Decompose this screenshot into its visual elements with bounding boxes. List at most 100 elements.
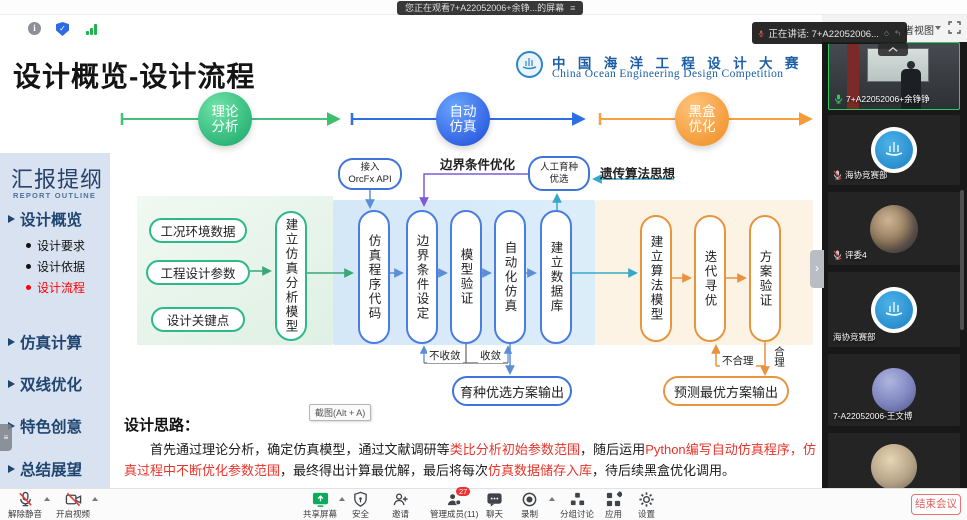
- outline-sub-design-process-current: 设计流程: [26, 279, 85, 296]
- pill-auto-simulation: 自动化仿真: [494, 210, 526, 344]
- pill-boundary-setting: 边界条件设定: [406, 210, 438, 344]
- bullet-icon: [26, 285, 31, 290]
- participant-tile[interactable]: 海协竞赛部: [828, 272, 960, 347]
- label-boundary-optimization: 边界条件优化: [440, 154, 515, 173]
- report-outline-panel: 汇报提纲 REPORT OUTLINE 设计概览 设计要求 设计依据 设计流程 …: [0, 153, 110, 488]
- triangle-bullet-icon: [8, 215, 15, 223]
- manage-members-button[interactable]: 管理成员(11) 27: [430, 491, 479, 520]
- label-genetic-algorithm: 遗传算法思想: [600, 163, 675, 182]
- breakout-icon: [569, 491, 586, 508]
- chevron-down-icon[interactable]: [935, 26, 941, 30]
- participants-sidebar: 7+A22052006+余铮铮 海协竞赛部 评委4 海: [822, 42, 967, 488]
- wave-icon[interactable]: [883, 28, 890, 38]
- video-scene-person-head: [907, 61, 915, 69]
- apps-icon: [605, 491, 622, 508]
- outline-sub-design-basis: 设计依据: [26, 258, 85, 275]
- app-window: 您正在观看7+A22052006+余铮...的屏幕 ≡ – × i ✓ 设计概览…: [0, 0, 967, 520]
- stage-auto-simulation: 自动仿真: [436, 92, 490, 146]
- speaking-toast-text: 正在讲话: 7+A22052006...: [768, 26, 879, 40]
- record-button[interactable]: 录制: [521, 491, 538, 520]
- invite-button[interactable]: 邀请: [392, 491, 409, 520]
- pill-build-simulation-model: 建立仿真分析模型: [275, 211, 307, 341]
- screenshot-hint-tooltip: 截图(Alt + A): [309, 404, 371, 421]
- invite-icon: [392, 491, 409, 508]
- chevron-up-icon: [887, 46, 899, 53]
- settings-button[interactable]: 设置: [638, 491, 655, 520]
- participant-name-row: 7-A22052006-王文博: [833, 410, 912, 422]
- outline-section-summary: 总结展望: [8, 458, 82, 480]
- photo-avatar: [871, 444, 917, 488]
- pill-build-database: 建立数据库: [540, 210, 572, 344]
- unmute-button[interactable]: 解除静音: [8, 491, 42, 520]
- triangle-bullet-icon: [8, 465, 15, 473]
- shared-screen-slide: i ✓ 设计概览-设计流程 中 国 海 洋 工 程 设 计 大 赛 China …: [0, 15, 822, 488]
- competition-logo-avatar: [871, 127, 917, 173]
- watching-banner[interactable]: 您正在观看7+A22052006+余铮...的屏幕 ≡: [397, 1, 583, 15]
- info-icon[interactable]: i: [28, 22, 41, 35]
- mic-muted-icon: [17, 491, 34, 508]
- gear-icon: [638, 491, 655, 508]
- participant-tile[interactable]: [828, 433, 960, 488]
- outline-section-creative-features: 特色创意: [8, 415, 82, 437]
- share-screen-button[interactable]: 共享屏幕: [303, 491, 337, 520]
- reply-arrow-icon[interactable]: [894, 28, 901, 38]
- chat-icon: [486, 491, 503, 508]
- shield-check-icon[interactable]: ✓: [56, 22, 69, 36]
- end-meeting-button[interactable]: 结束会议: [911, 494, 961, 515]
- collapse-videos-button[interactable]: [878, 43, 908, 56]
- view-mode-label[interactable]: 者视图: [904, 22, 934, 37]
- pill-environment-data: 工况环境数据: [149, 218, 247, 243]
- start-video-button[interactable]: 开启视频: [56, 491, 90, 520]
- participant-tile[interactable]: 7-A22052006-王文博: [828, 354, 960, 426]
- pill-model-validation: 模型验证: [450, 210, 482, 344]
- pill-design-keypoints: 设计关键点: [151, 307, 245, 332]
- sidebar-collapse-handle[interactable]: ›: [810, 250, 824, 288]
- security-button[interactable]: 安全: [352, 491, 369, 520]
- outline-section-simulation: 仿真计算: [8, 331, 82, 353]
- apps-button[interactable]: 应用: [605, 491, 622, 520]
- banner-menu-icon[interactable]: ≡: [570, 1, 575, 15]
- breakout-button[interactable]: 分组讨论: [560, 491, 594, 520]
- left-drawer-handle[interactable]: ≡: [0, 424, 12, 451]
- participant-name-row: 海协竞赛部: [833, 331, 876, 343]
- mic-options-chevron[interactable]: [44, 497, 50, 501]
- members-count-badge: 27: [456, 487, 470, 496]
- participant-name-row: 7+A22052006+余铮铮: [834, 93, 930, 105]
- competition-logo-avatar: [871, 287, 917, 333]
- stage-blackbox-optimization: 黑盒优化: [675, 92, 729, 146]
- mic-muted-icon: [833, 170, 842, 180]
- outline-sub-design-requirements: 设计要求: [26, 237, 85, 254]
- planet-avatar: [870, 205, 918, 253]
- record-options-chevron[interactable]: [549, 497, 555, 501]
- label-unreasonable: 不合理: [720, 353, 756, 368]
- sidebar-scrollbar-thumb[interactable]: [960, 190, 964, 330]
- video-options-chevron[interactable]: [92, 497, 98, 501]
- outline-title: 汇报提纲: [11, 162, 103, 194]
- triangle-bullet-icon: [8, 380, 15, 388]
- outline-section-design-overview: 设计概览: [8, 208, 82, 230]
- participant-tile[interactable]: 海协竞赛部: [828, 115, 960, 185]
- network-signal-icon[interactable]: [86, 23, 99, 35]
- pill-breeding-output: 育种优选方案输出: [452, 376, 572, 406]
- stage-theory-analysis: 理论分析: [198, 92, 252, 146]
- logo-text-en: China Ocean Engineering Design Competiti…: [552, 68, 814, 80]
- watching-banner-text: 您正在观看7+A22052006+余铮...的屏幕: [405, 1, 564, 15]
- participant-tile[interactable]: 评委4: [828, 192, 960, 265]
- callout-breeding-selection: 人工育种优选: [528, 156, 590, 191]
- cartoon-avatar: [872, 368, 916, 412]
- share-options-chevron[interactable]: [339, 497, 345, 501]
- label-converged: 收敛: [478, 348, 503, 363]
- pill-sim-code: 仿真程序代码: [358, 210, 390, 344]
- outline-subtitle: REPORT OUTLINE: [13, 191, 96, 200]
- record-icon: [521, 491, 538, 508]
- callout-orcfx-api: 接入OrcFx API: [338, 158, 402, 190]
- security-shield-icon: [352, 491, 369, 508]
- camera-muted-icon: [65, 491, 82, 508]
- chat-button[interactable]: 聊天: [486, 491, 503, 520]
- participant-name-row: 海协竞赛部: [833, 169, 888, 181]
- design-idea-paragraph: 首先通过理论分析，确定仿真模型，通过文献调研等类比分析初始参数范围，随后运用Py…: [124, 439, 816, 481]
- fullscreen-icon[interactable]: [948, 21, 961, 39]
- pill-predict-output: 预测最优方案输出: [663, 376, 789, 406]
- pill-plan-verification: 方案验证: [749, 215, 781, 342]
- meeting-toolbar: 解除静音 开启视频 共享屏幕 安全 邀请 管理成员(11) 27 聊天: [0, 488, 967, 520]
